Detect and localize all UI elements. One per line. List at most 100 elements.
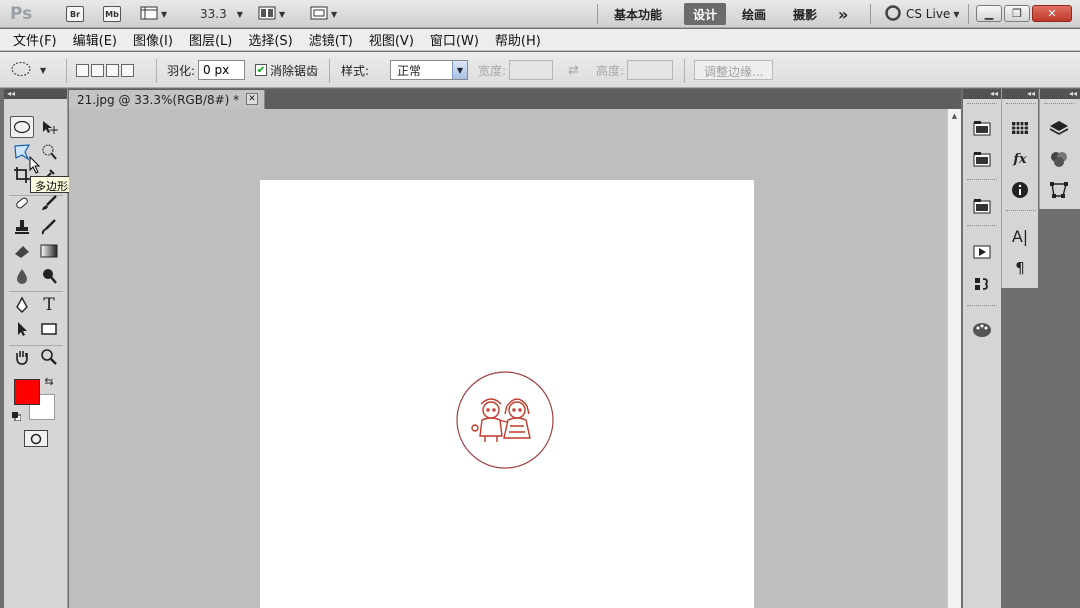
checkmark-icon: ✔ (255, 64, 267, 76)
chevron-down-icon: ▼ (452, 61, 467, 79)
spot-healing-brush-tool-icon[interactable] (10, 192, 34, 214)
launch-mini-bridge-button[interactable]: Mb (103, 4, 121, 24)
vertical-scrollbar[interactable]: ▲ (947, 109, 961, 608)
menu-layer[interactable]: 图层(L) (189, 30, 232, 49)
height-label: 高度: (596, 63, 625, 78)
style-select[interactable]: 正常 ▼ (390, 60, 468, 80)
document-tab-title: 21.jpg @ 33.3%(RGB/8#) * (77, 92, 240, 107)
menu-view[interactable]: 视图(V) (369, 30, 414, 49)
feather-input[interactable]: 0 px (198, 60, 246, 80)
kuler-panel-icon[interactable] (971, 195, 993, 217)
actions-panel-icon[interactable] (971, 241, 993, 263)
menu-edit[interactable]: 编辑(E) (73, 30, 117, 49)
swap-colors-icon[interactable]: ⇆ (42, 374, 56, 388)
collapse-dock-icon[interactable]: ◂◂ (1040, 89, 1080, 99)
path-selection-tool-icon[interactable] (10, 318, 34, 340)
panel-dock-column-1: ◂◂ (963, 89, 1001, 608)
photoshop-logo: Ps (10, 4, 33, 24)
arrange-documents-button[interactable]: ▼ (258, 4, 285, 24)
character-panel-icon[interactable]: A| (1009, 225, 1031, 247)
new-selection-icon[interactable] (76, 63, 89, 77)
style-label: 样式: (341, 63, 370, 78)
more-workspaces-button[interactable]: » (838, 4, 848, 24)
document-tab-strip: 21.jpg @ 33.3%(RGB/8#) * ✕ (69, 89, 961, 109)
quick-mask-button[interactable] (24, 430, 48, 447)
clone-stamp-tool-icon[interactable] (10, 216, 34, 238)
menu-help[interactable]: 帮助(H) (495, 30, 541, 49)
close-button[interactable]: ✕ (1032, 5, 1072, 22)
intersect-selection-icon[interactable] (121, 63, 134, 77)
scroll-up-icon[interactable]: ▲ (948, 109, 961, 123)
eraser-tool-icon[interactable] (10, 240, 34, 262)
swap-width-height-icon[interactable]: ⇄ (568, 63, 579, 78)
subtract-from-selection-icon[interactable] (106, 63, 119, 77)
clone-source-panel-icon[interactable] (971, 273, 993, 295)
zoom-level-dropdown[interactable]: 33.3 ▼ (200, 4, 243, 24)
menu-window[interactable]: 窗口(W) (430, 30, 479, 49)
chevron-down-icon: ▼ (236, 9, 243, 19)
feather-label: 羽化: (167, 63, 196, 78)
paragraph-panel-icon[interactable]: ¶ (1009, 257, 1031, 279)
arrange-documents-icon (258, 6, 276, 23)
panel-dock-column-2: ◂◂ fx A| ¶ (1001, 89, 1038, 288)
file-browser-panel-icon[interactable] (971, 148, 993, 170)
type-tool-icon[interactable]: T (37, 294, 61, 316)
menu-select[interactable]: 选择(S) (248, 30, 292, 49)
selection-mode-group (76, 60, 136, 80)
mini-bridge-panel-icon[interactable] (971, 117, 993, 139)
workspace-painting[interactable]: 绘画 (742, 4, 766, 24)
styles-fx-panel-icon[interactable]: fx (1009, 148, 1031, 170)
restore-button[interactable]: ❐ (1004, 5, 1030, 22)
dodge-tool-icon[interactable] (37, 265, 61, 287)
gradient-tool-icon[interactable] (37, 240, 61, 262)
layers-panel-icon[interactable] (1048, 117, 1070, 139)
launch-bridge-button[interactable]: Br (66, 4, 84, 24)
add-to-selection-icon[interactable] (91, 63, 104, 77)
swatches-panel-icon[interactable] (1009, 117, 1031, 139)
info-panel-icon[interactable] (1009, 179, 1031, 201)
close-document-icon[interactable]: ✕ (246, 93, 258, 105)
chevron-down-icon: ▼ (953, 9, 960, 19)
cs-live-button[interactable]: CS Live ▼ (884, 4, 959, 24)
channels-panel-icon[interactable] (1048, 148, 1070, 170)
chevron-down-icon: ▼ (40, 65, 47, 75)
brush-presets-panel-icon[interactable] (971, 319, 993, 341)
menu-image[interactable]: 图像(I) (133, 30, 173, 49)
minimize-button[interactable]: ▁ (976, 5, 1002, 22)
history-brush-tool-icon[interactable] (37, 216, 61, 238)
brush-tool-icon[interactable] (37, 192, 61, 214)
view-extras-button[interactable]: ▼ (140, 4, 167, 24)
collapse-tools-icon[interactable]: ◂◂ (4, 89, 67, 99)
menu-file[interactable]: 文件(F) (13, 30, 57, 49)
collapse-dock-icon[interactable]: ◂◂ (1002, 89, 1038, 99)
move-tool-icon[interactable] (37, 116, 61, 138)
style-select-value: 正常 (397, 63, 422, 78)
anti-alias-checkbox[interactable]: ✔ 消除锯齿 (255, 60, 318, 80)
pen-tool-icon[interactable] (10, 294, 34, 316)
wedding-stamp-image (455, 370, 555, 473)
tool-preset-picker[interactable]: ▼ (10, 60, 46, 80)
default-colors-icon[interactable] (12, 410, 22, 422)
application-bar: Ps Br Mb ▼ 33.3 ▼ ▼ ▼ 基本功能 设计 绘画 摄影 » CS… (0, 0, 1080, 28)
width-input[interactable] (509, 60, 554, 80)
foreground-color-swatch-front[interactable] (14, 379, 40, 405)
zoom-tool-icon[interactable] (37, 346, 61, 368)
refine-edge-button[interactable]: 调整边缘... (694, 60, 774, 80)
restore-icon: ❐ (1012, 7, 1022, 20)
menu-filter[interactable]: 滤镜(T) (309, 30, 353, 49)
screen-mode-button[interactable]: ▼ (310, 4, 337, 24)
menu-bar: 文件(F) 编辑(E) 图像(I) 图层(L) 选择(S) 滤镜(T) 视图(V… (0, 29, 1080, 51)
options-bar: ▼ 羽化: 0 px ✔ 消除锯齿 样式: 正常 ▼ 宽度: ⇄ 高度: 调整边… (0, 52, 1080, 88)
blur-tool-icon[interactable] (10, 265, 34, 287)
workspace-essentials[interactable]: 基本功能 (614, 4, 662, 24)
rectangle-tool-icon[interactable] (37, 318, 61, 340)
document-tab[interactable]: 21.jpg @ 33.3%(RGB/8#) * ✕ (69, 90, 265, 109)
collapse-dock-icon[interactable]: ◂◂ (963, 89, 1001, 99)
height-input[interactable] (627, 60, 674, 80)
workspace-photography[interactable]: 摄影 (793, 4, 817, 24)
hand-tool-icon[interactable] (10, 346, 34, 368)
elliptical-marquee-tool[interactable] (10, 116, 34, 138)
canvas[interactable] (260, 180, 754, 608)
workspace-design[interactable]: 设计 (684, 3, 727, 25)
paths-panel-icon[interactable] (1048, 179, 1070, 201)
